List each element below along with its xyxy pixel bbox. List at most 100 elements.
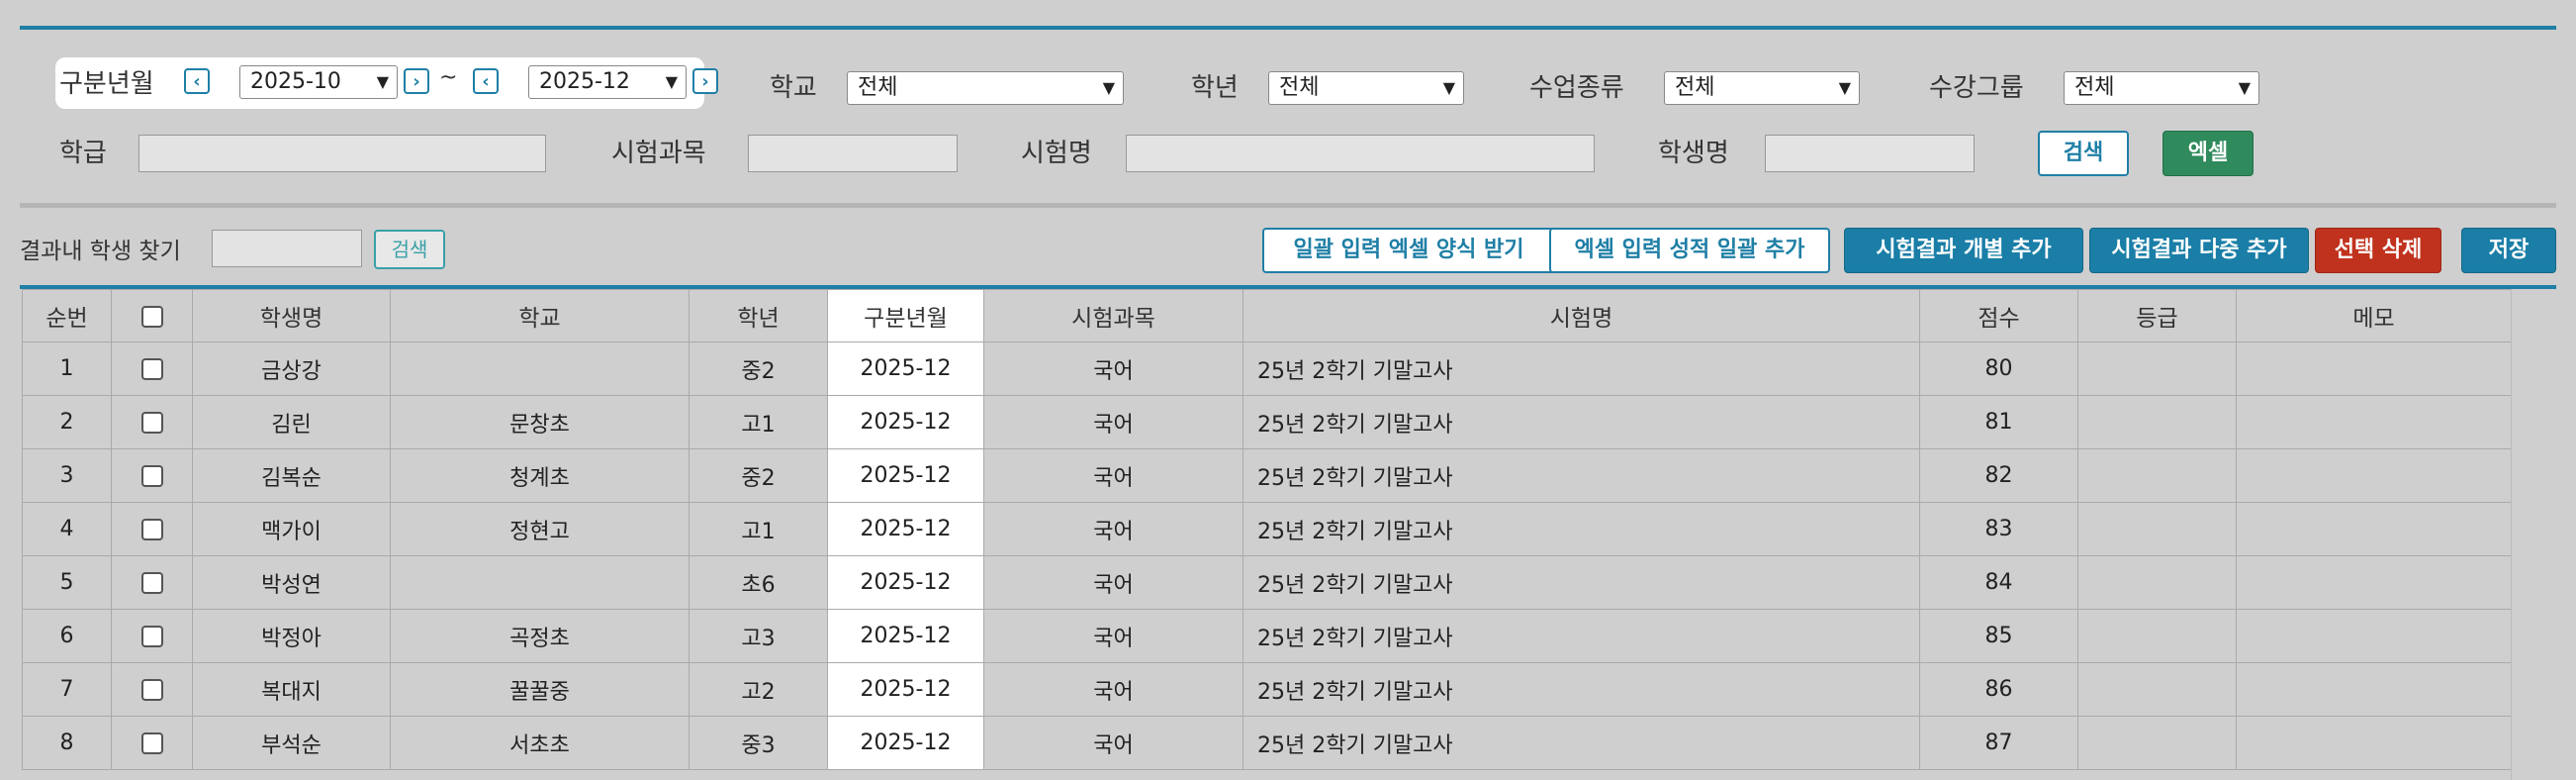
filter-panel: 구분년월 ‹ 2025-10 ▼ › ~ ‹ 2025-12 ▼ › 학교 전체 ▼ … [20, 30, 2556, 204]
cell-score[interactable]: 80 [1919, 341, 2078, 396]
subject-input[interactable] [748, 135, 958, 172]
table-row[interactable]: 8 부석순 서초초 중3 2025-12 국어 25년 2학기 기말고사 87 [22, 716, 2512, 770]
cell-grade: 중2 [689, 341, 828, 396]
cell-exam-name: 25년 2학기 기말고사 [1242, 555, 1920, 610]
period-from-select[interactable]: 2025-10 ▼ [239, 65, 398, 99]
period-to-next-button[interactable]: › [692, 68, 718, 94]
cell-rank[interactable] [2077, 341, 2237, 396]
cell-row-checkbox[interactable] [111, 502, 193, 556]
cell-score[interactable]: 84 [1919, 555, 2078, 610]
select-all-checkbox[interactable] [140, 305, 163, 328]
cell-rank[interactable] [2077, 609, 2237, 663]
col-header-period[interactable]: 구분년월 [827, 289, 984, 342]
save-button[interactable]: 저장 [2461, 228, 2556, 273]
cell-row-checkbox[interactable] [111, 716, 193, 770]
add-single-result-button[interactable]: 시험결과 개별 추가 [1844, 228, 2083, 273]
row-select-checkbox[interactable] [140, 732, 163, 754]
col-header-name[interactable]: 학생명 [192, 289, 391, 342]
period-label: 구분년월 [59, 69, 154, 99]
cell-score[interactable]: 87 [1919, 716, 2078, 770]
cell-rank[interactable] [2077, 555, 2237, 610]
bulk-template-download-button[interactable]: 일괄 입력 엑셀 양식 받기 [1262, 228, 1555, 273]
row-select-checkbox[interactable] [140, 572, 163, 594]
cell-row-checkbox[interactable] [111, 341, 193, 396]
table-row[interactable]: 3 김복순 청계초 중2 2025-12 국어 25년 2학기 기말고사 82 [22, 448, 2512, 503]
row-select-checkbox[interactable] [140, 519, 163, 540]
row-select-checkbox[interactable] [140, 358, 163, 380]
cell-memo[interactable] [2236, 662, 2512, 717]
col-header-select-all[interactable] [111, 289, 193, 342]
add-multi-result-button[interactable]: 시험결과 다중 추가 [2089, 228, 2309, 273]
cell-rank[interactable] [2077, 662, 2237, 717]
table-row[interactable]: 2 김린 문창초 고1 2025-12 국어 25년 2학기 기말고사 81 [22, 395, 2512, 449]
class-type-select[interactable]: 전체 ▼ [1664, 71, 1860, 105]
group-select[interactable]: 전체 ▼ [2064, 71, 2259, 105]
cell-rank[interactable] [2077, 395, 2237, 449]
cell-row-number: 3 [22, 448, 112, 503]
col-header-score[interactable]: 점수 [1919, 289, 2078, 342]
school-select[interactable]: 전체 ▼ [847, 71, 1124, 105]
cell-memo[interactable] [2236, 448, 2512, 503]
table-scrollbar[interactable] [2511, 289, 2557, 780]
find-in-results-input[interactable] [212, 230, 362, 267]
col-header-exam[interactable]: 시험명 [1242, 289, 1920, 342]
row-select-checkbox[interactable] [140, 412, 163, 434]
excel-button[interactable]: 엑셀 [2162, 131, 2254, 176]
table-row[interactable]: 6 박정아 곡정초 고3 2025-12 국어 25년 2학기 기말고사 85 [22, 609, 2512, 663]
row-select-checkbox[interactable] [140, 465, 163, 487]
delete-selected-button[interactable]: 선택 삭제 [2315, 228, 2441, 273]
cell-row-checkbox[interactable] [111, 609, 193, 663]
cell-score[interactable]: 86 [1919, 662, 2078, 717]
chevron-down-icon: ▼ [1102, 78, 1115, 97]
result-toolbar: 결과내 학생 찾기 검색 일괄 입력 엑셀 양식 받기 엑셀 입력 성적 일괄 … [20, 220, 2556, 279]
cell-row-number: 5 [22, 555, 112, 610]
cell-row-checkbox[interactable] [111, 662, 193, 717]
cell-memo[interactable] [2236, 502, 2512, 556]
table-row[interactable]: 5 박성연 초6 2025-12 국어 25년 2학기 기말고사 84 [22, 555, 2512, 610]
cell-memo[interactable] [2236, 395, 2512, 449]
bulk-excel-add-button[interactable]: 엑셀 입력 성적 일괄 추가 [1549, 228, 1830, 273]
col-header-grade[interactable]: 학년 [689, 289, 828, 342]
cell-score[interactable]: 81 [1919, 395, 2078, 449]
find-in-results-button[interactable]: 검색 [374, 230, 445, 269]
exam-input[interactable] [1126, 135, 1595, 172]
cell-memo[interactable] [2236, 609, 2512, 663]
col-header-no[interactable]: 순번 [22, 289, 112, 342]
col-header-subject[interactable]: 시험과목 [983, 289, 1243, 342]
chevron-down-icon: ▼ [376, 72, 389, 91]
cell-rank[interactable] [2077, 502, 2237, 556]
cell-memo[interactable] [2236, 555, 2512, 610]
cell-grade: 중3 [689, 716, 828, 770]
row-select-checkbox[interactable] [140, 626, 163, 647]
cell-score[interactable]: 85 [1919, 609, 2078, 663]
period-to-select[interactable]: 2025-12 ▼ [528, 65, 687, 99]
cell-subject: 국어 [983, 716, 1243, 770]
cell-score[interactable]: 82 [1919, 448, 2078, 503]
table-row[interactable]: 7 복대지 꿀꿀중 고2 2025-12 국어 25년 2학기 기말고사 86 [22, 662, 2512, 717]
period-from-prev-button[interactable]: ‹ [184, 68, 210, 94]
col-header-rank[interactable]: 등급 [2077, 289, 2237, 342]
student-input[interactable] [1765, 135, 1975, 172]
period-to-prev-button[interactable]: ‹ [473, 68, 499, 94]
cell-school-name: 청계초 [390, 448, 690, 503]
cell-rank[interactable] [2077, 448, 2237, 503]
cell-memo[interactable] [2236, 716, 2512, 770]
cell-row-checkbox[interactable] [111, 448, 193, 503]
table-row[interactable]: 1 금상강 중2 2025-12 국어 25년 2학기 기말고사 80 [22, 341, 2512, 396]
cell-rank[interactable] [2077, 716, 2237, 770]
grade-select[interactable]: 전체 ▼ [1268, 71, 1464, 105]
period-from-next-button[interactable]: › [404, 68, 429, 94]
cell-row-checkbox[interactable] [111, 555, 193, 610]
cell-row-checkbox[interactable] [111, 395, 193, 449]
row-select-checkbox[interactable] [140, 679, 163, 701]
cell-score[interactable]: 83 [1919, 502, 2078, 556]
cell-memo[interactable] [2236, 341, 2512, 396]
cell-subject: 국어 [983, 502, 1243, 556]
cell-exam-name: 25년 2학기 기말고사 [1242, 395, 1920, 449]
search-button[interactable]: 검색 [2038, 131, 2129, 176]
cell-grade: 고2 [689, 662, 828, 717]
col-header-school[interactable]: 학교 [390, 289, 690, 342]
col-header-memo[interactable]: 메모 [2236, 289, 2512, 342]
table-row[interactable]: 4 맥가이 정현고 고1 2025-12 국어 25년 2학기 기말고사 83 [22, 502, 2512, 556]
level-input[interactable] [138, 135, 546, 172]
